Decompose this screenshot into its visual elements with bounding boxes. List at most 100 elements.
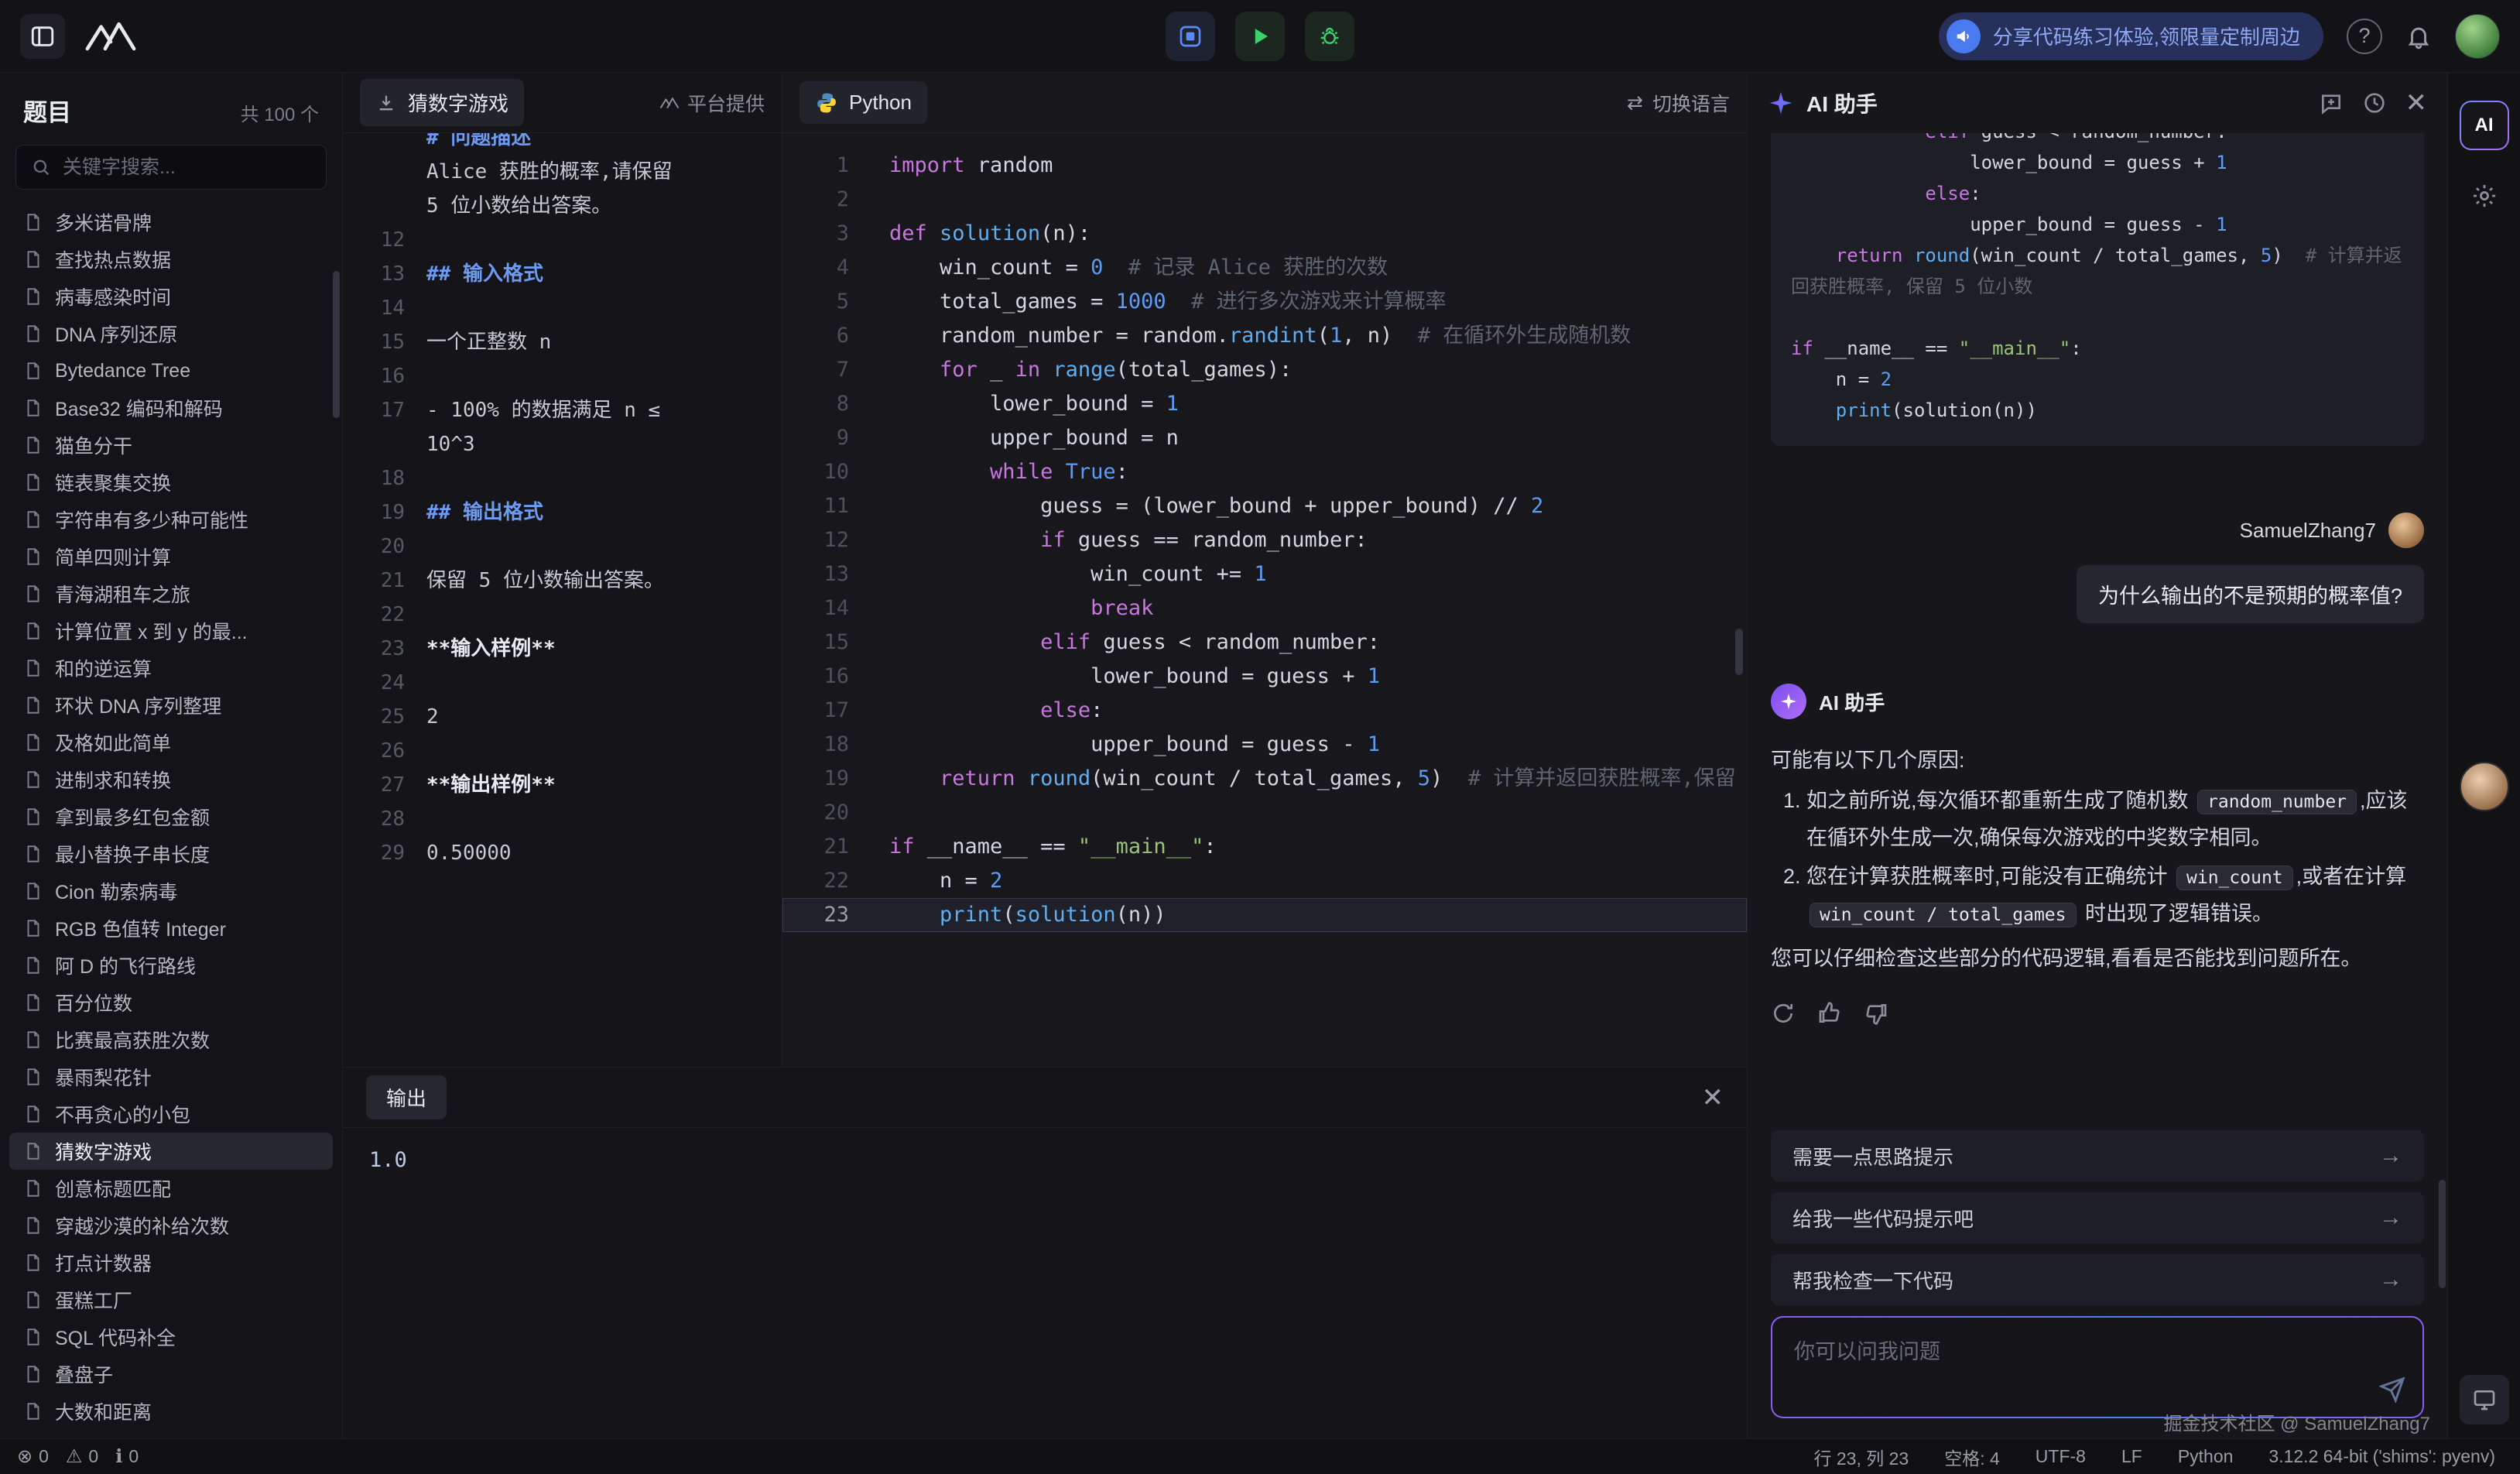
problem-list-item[interactable]: 比赛最高获胜次数 <box>9 1021 333 1058</box>
send-button[interactable] <box>2379 1376 2405 1403</box>
switch-language-button[interactable]: ⇄ 切换语言 <box>1627 89 1730 117</box>
problem-list-item[interactable]: SQL 代码补全 <box>9 1318 333 1356</box>
code-line[interactable]: 7 for _ in range(total_games): <box>782 353 1747 387</box>
problem-list-item[interactable]: 查找热点数据 <box>9 241 333 278</box>
problem-list-item[interactable]: 环状 DNA 序列整理 <box>9 687 333 724</box>
code-line[interactable]: 14 break <box>782 591 1747 626</box>
problem-list-item[interactable]: 打点计数器 <box>9 1244 333 1281</box>
status-item[interactable]: 空格: 4 <box>1944 1444 2000 1470</box>
embed-button[interactable] <box>1166 12 1215 61</box>
code-line[interactable]: 19 return round(win_count / total_games,… <box>782 762 1747 796</box>
code-line[interactable]: 11 guess = (lower_bound + upper_bound) /… <box>782 489 1747 523</box>
code-line[interactable]: 12 if guess == random_number: <box>782 523 1747 557</box>
problem-counter[interactable]: ℹ 0 <box>115 1445 139 1468</box>
app-logo[interactable] <box>20 14 65 59</box>
problem-list-item[interactable]: 最小替换子串长度 <box>9 835 333 872</box>
problem-list-item[interactable]: 阿 D 的飞行路线 <box>9 947 333 984</box>
search-input[interactable] <box>63 156 312 179</box>
problems-indicator[interactable]: ⊗ 0 ⚠ 0 ℹ 0 <box>17 1445 139 1468</box>
status-item[interactable]: UTF-8 <box>2036 1446 2086 1467</box>
run-button[interactable] <box>1235 12 1285 61</box>
problem-list-item[interactable]: 及格如此简单 <box>9 724 333 761</box>
problem-list-item[interactable]: 简单四则计算 <box>9 538 333 575</box>
code-line[interactable]: 4 win_count = 0 # 记录 Alice 获胜的次数 <box>782 251 1747 285</box>
code-line[interactable]: 1 import random <box>782 149 1747 183</box>
problem-list-item[interactable]: 字符串有多少种可能性 <box>9 501 333 538</box>
search-box[interactable] <box>15 145 327 190</box>
problem-tab[interactable]: 猜数字游戏 <box>360 79 524 126</box>
problem-list-item[interactable]: 猫鱼分干 <box>9 427 333 464</box>
problem-list-item[interactable]: 病毒感染时间 <box>9 278 333 315</box>
output-tab[interactable]: 输出 <box>366 1075 447 1119</box>
problem-list-item[interactable]: RGB 色值转 Integer <box>9 910 333 947</box>
language-tab[interactable]: Python <box>799 81 927 124</box>
problem-list-item[interactable]: 和的逆运算 <box>9 650 333 687</box>
problem-list-item[interactable]: 创意标题匹配 <box>9 1170 333 1207</box>
status-item[interactable]: Python <box>2178 1446 2234 1467</box>
ai-input-box[interactable] <box>1772 1318 2422 1417</box>
close-icon[interactable]: ✕ <box>1702 1085 1724 1111</box>
suggestion-button[interactable]: 帮我检查一下代码 → <box>1771 1254 2424 1305</box>
code-line[interactable]: 9 upper_bound = n <box>782 421 1747 455</box>
scrollbar-thumb[interactable] <box>1735 629 1743 675</box>
problem-list-item[interactable]: 进制求和转换 <box>9 761 333 798</box>
close-icon[interactable]: ✕ <box>2405 90 2428 116</box>
problem-list-item[interactable]: 青海湖租车之旅 <box>9 575 333 612</box>
history-icon[interactable] <box>2362 91 2387 115</box>
workspace-button[interactable] <box>2460 1375 2509 1424</box>
problem-list-item[interactable]: DNA 序列还原 <box>9 315 333 352</box>
code-line[interactable]: 2 <box>782 183 1747 217</box>
code-line[interactable]: 20 <box>782 796 1747 830</box>
suggestion-button[interactable]: 给我一些代码提示吧 → <box>1771 1192 2424 1243</box>
regenerate-button[interactable] <box>1771 1001 1796 1026</box>
problem-list-item[interactable]: 不再贪心的小包 <box>9 1095 333 1133</box>
problem-list-item[interactable]: 叠盘子 <box>9 1356 333 1393</box>
code-line[interactable]: 6 random_number = random.randint(1, n) #… <box>782 319 1747 353</box>
code-line[interactable]: 15 elif guess < random_number: <box>782 626 1747 660</box>
code-line[interactable]: 18 upper_bound = guess - 1 <box>782 728 1747 762</box>
code-line[interactable]: 5 total_games = 1000 # 进行多次游戏来计算概率 <box>782 285 1747 319</box>
user-chat-avatar[interactable] <box>2388 512 2424 548</box>
code-line[interactable]: 3 def solution(n): <box>782 217 1747 251</box>
thumbs-up-button[interactable] <box>1817 1001 1842 1026</box>
notifications-button[interactable] <box>2405 23 2432 50</box>
ai-question-input[interactable] <box>1794 1335 2368 1403</box>
problem-list-item[interactable]: 蛋糕工厂 <box>9 1281 333 1318</box>
code-line[interactable]: 22 n = 2 <box>782 864 1747 898</box>
problem-list-item[interactable]: Cion 勒索病毒 <box>9 872 333 910</box>
code-line[interactable]: 17 else: <box>782 694 1747 728</box>
help-button[interactable]: ? <box>2347 19 2382 54</box>
debug-button[interactable] <box>1305 12 1354 61</box>
status-item[interactable]: LF <box>2121 1446 2142 1467</box>
code-line[interactable]: 21 if __name__ == "__main__": <box>782 830 1747 864</box>
problem-list-item[interactable]: 暴雨梨花针 <box>9 1058 333 1095</box>
code-line[interactable]: 23 print(solution(n)) <box>782 898 1747 932</box>
user-avatar[interactable] <box>2455 14 2500 59</box>
code-line[interactable]: 10 while True: <box>782 455 1747 489</box>
ai-toggle-button[interactable]: AI <box>2460 101 2509 150</box>
problem-list-item[interactable]: Base32 编码和解码 <box>9 389 333 427</box>
assistant-contact-avatar[interactable] <box>2460 762 2509 811</box>
problem-list-item[interactable]: Bytedance Tree <box>9 352 333 389</box>
problem-list-item[interactable]: 拿到最多红包金额 <box>9 798 333 835</box>
code-line[interactable]: 8 lower_bound = 1 <box>782 387 1747 421</box>
scrollbar-thumb[interactable] <box>333 271 340 418</box>
settings-button[interactable] <box>2471 183 2498 209</box>
code-line[interactable]: 16 lower_bound = guess + 1 <box>782 660 1747 694</box>
status-item[interactable]: 行 23, 列 23 <box>1813 1444 1909 1470</box>
status-item[interactable]: 3.12.2 64-bit ('shims': pyenv) <box>2268 1446 2495 1467</box>
new-chat-icon[interactable] <box>2319 91 2344 115</box>
promo-banner[interactable]: 分享代码练习体验,领限量定制周边 <box>1939 12 2323 60</box>
problem-list-item[interactable]: 链表聚集交换 <box>9 464 333 501</box>
suggestion-button[interactable]: 需要一点思路提示 → <box>1771 1130 2424 1181</box>
problem-list-item[interactable]: 大数和距离 <box>9 1393 333 1430</box>
code-line[interactable]: 13 win_count += 1 <box>782 557 1747 591</box>
problem-counter[interactable]: ⚠ 0 <box>66 1445 98 1468</box>
juejin-logo-icon[interactable] <box>82 19 139 54</box>
problem-list-item[interactable]: 穿越沙漠的补给次数 <box>9 1207 333 1244</box>
problem-counter[interactable]: ⊗ 0 <box>17 1445 49 1468</box>
problem-list-item[interactable]: 百分位数 <box>9 984 333 1021</box>
code-area[interactable]: 1 import random 2 3 <box>782 133 1747 1067</box>
thumbs-down-button[interactable] <box>1864 1001 1888 1026</box>
problem-list-item[interactable]: 猜数字游戏 <box>9 1133 333 1170</box>
